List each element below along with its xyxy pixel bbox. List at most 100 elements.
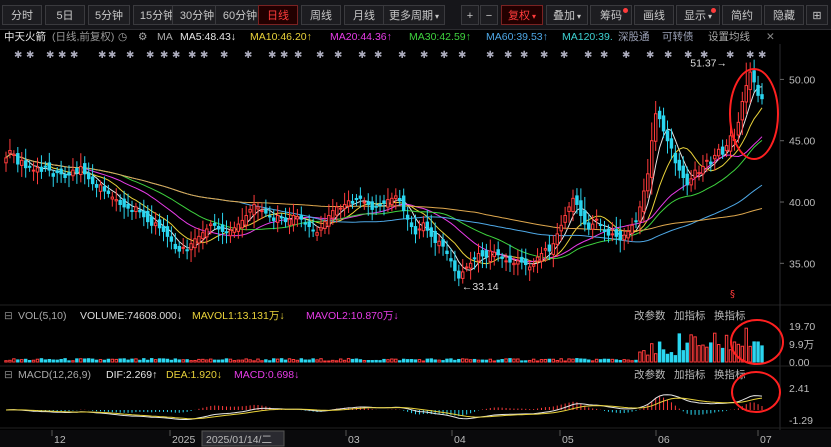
adjust-button[interactable]: 复权 ▾ [501, 5, 543, 25]
volume-bar [512, 358, 516, 363]
event-marker-icon[interactable]: ✱ [746, 50, 754, 61]
collapse-icon[interactable]: ⊟ [4, 310, 13, 322]
event-marker-icon[interactable]: ✱ [398, 50, 406, 61]
event-marker-icon[interactable]: ✱ [146, 50, 154, 61]
zoom-in-button[interactable]: + [461, 5, 479, 25]
event-marker-icon[interactable]: ✱ [70, 50, 78, 61]
hide-button[interactable]: 隐藏 [764, 5, 804, 25]
overlay-button[interactable]: 叠加 ▾ [546, 5, 588, 25]
volume-bar [205, 359, 209, 363]
ma-settings-link[interactable]: 设置均线 [708, 30, 750, 44]
cursor-date-label: 2025/01/14/二 [206, 434, 272, 446]
event-marker-icon[interactable]: ✱ [622, 50, 630, 61]
event-marker-icon[interactable]: ✱ [26, 50, 34, 61]
volume-bar [130, 358, 134, 363]
period-tab-8[interactable]: 月线 [344, 5, 384, 25]
chips-button[interactable]: 筹码 [590, 5, 632, 25]
event-marker-icon[interactable]: ✱ [374, 50, 382, 61]
zoom-out-button[interactable]: − [480, 5, 498, 25]
event-marker-icon[interactable]: ✱ [334, 50, 342, 61]
event-marker-icon[interactable]: ✱ [14, 50, 22, 61]
close-icon[interactable]: ✕ [766, 30, 775, 44]
settings-icon[interactable]: ◷ [118, 30, 127, 44]
macd-switch-indicator-button[interactable]: 换指标 [714, 368, 746, 381]
period-tab-2[interactable]: 5分钟 [88, 5, 130, 25]
event-marker-icon[interactable]: ✱ [560, 50, 568, 61]
volume-bar [335, 360, 339, 363]
convertible-label[interactable]: 可转债 [662, 30, 694, 44]
period-tab-5-label: 60分钟 [222, 10, 258, 22]
event-marker-icon[interactable]: ✱ [726, 50, 734, 61]
event-marker-icon[interactable]: ✱ [316, 50, 324, 61]
vol-add-indicator-button[interactable]: 加指标 [674, 309, 706, 322]
macd-edit-params-button[interactable]: 改参数 [634, 368, 666, 381]
event-marker-icon[interactable]: ✱ [420, 50, 428, 61]
gear-icon[interactable]: ⚙ [138, 30, 147, 44]
event-marker-icon[interactable]: ✱ [600, 50, 608, 61]
event-marker-icon[interactable]: ✱ [520, 50, 528, 61]
period-tab-6[interactable]: 日线 [258, 5, 298, 25]
event-marker-icon[interactable]: ✱ [358, 50, 366, 61]
volume-bar [303, 359, 307, 363]
event-marker-icon[interactable]: ✱ [540, 50, 548, 61]
event-marker-icon[interactable]: ✱ [458, 50, 466, 61]
zoom-in-button-label: + [466, 10, 474, 22]
volume-bar [457, 358, 461, 363]
event-marker-icon[interactable]: ✱ [268, 50, 276, 61]
draw-line-button[interactable]: 画线 [634, 5, 674, 25]
event-marker-icon[interactable]: ✱ [486, 50, 494, 61]
event-marker-icon[interactable]: ✱ [98, 50, 106, 61]
event-marker-icon[interactable]: ✱ [172, 50, 180, 61]
volume-bar [535, 360, 540, 363]
collapse-icon[interactable]: ⊟ [4, 369, 13, 381]
volume-bar [350, 358, 355, 363]
layout-button[interactable]: ⊞ [806, 5, 828, 25]
period-tab-0[interactable]: 分时 [2, 5, 42, 25]
volume-bar [248, 359, 252, 363]
vol-edit-params-button[interactable]: 改参数 [634, 309, 666, 322]
period-tab-7[interactable]: 周线 [301, 5, 341, 25]
event-marker-icon[interactable]: ✱ [280, 50, 288, 61]
event-marker-icon[interactable]: ✱ [188, 50, 196, 61]
volume-bar [98, 359, 103, 363]
date-tick-label: 2025 [172, 434, 196, 446]
display-button[interactable]: 显示 ▾ [676, 5, 720, 25]
event-marker-icon[interactable]: ✱ [758, 50, 766, 61]
event-marker-icon[interactable]: ✱ [200, 50, 208, 61]
period-tab-1[interactable]: 5日 [45, 5, 85, 25]
simple-mode-button[interactable]: 简约 [722, 5, 762, 25]
event-marker-icon[interactable]: ✱ [440, 50, 448, 61]
event-marker-icon[interactable]: ✱ [220, 50, 228, 61]
price-tick-label: 35.00 [789, 258, 815, 270]
price-tick-label: 40.00 [789, 197, 815, 209]
event-marker-icon[interactable]: ✱ [46, 50, 54, 61]
volume-bar [760, 345, 764, 363]
volume-bar [209, 358, 213, 363]
event-marker-icon[interactable]: ✱ [646, 50, 654, 61]
volume-bar [453, 359, 457, 363]
kline-chart[interactable]: ✱ ✱ ✱ ✱ ✱ ✱ ✱ ✱ ✱ ✱ ✱ ✱ ✱ ✱ ✱ ✱ ✱ ✱ ✱ ✱ ✱ ✱ ✱ ✱ ✱ ✱ ✱ ✱ ✱ ✱ ✱ ✱ ✱ ✱ ✱ ✱ ✱ ✱ ✱ ✱… [0, 44, 831, 447]
volume-bar [716, 344, 721, 363]
volume-bar [106, 358, 111, 363]
event-marker-icon[interactable]: ✱ [244, 50, 252, 61]
event-marker-icon[interactable]: ✱ [108, 50, 116, 61]
event-marker-icon[interactable]: ✱ [58, 50, 66, 61]
event-marker-icon[interactable]: ✱ [504, 50, 512, 61]
volume-bar [338, 358, 343, 363]
event-marker-icon[interactable]: ✱ [126, 50, 134, 61]
volume-bar [709, 342, 713, 363]
ma5-value: MA5:48.43↓ [180, 31, 237, 43]
event-marker-icon[interactable]: ✱ [584, 50, 592, 61]
period-tab-9[interactable]: 更多周期 ▾ [383, 5, 445, 25]
event-flag-icon[interactable]: § [730, 289, 735, 300]
connect-label[interactable]: 深股通 [618, 30, 650, 44]
volume-bar [504, 358, 508, 363]
vol-switch-indicator-button[interactable]: 换指标 [714, 309, 746, 322]
volume-bar [287, 358, 292, 363]
volume-bar [590, 360, 595, 363]
event-marker-icon[interactable]: ✱ [664, 50, 672, 61]
event-marker-icon[interactable]: ✱ [294, 50, 302, 61]
event-marker-icon[interactable]: ✱ [160, 50, 168, 61]
macd-add-indicator-button[interactable]: 加指标 [674, 368, 706, 381]
layout-button-label: ⊞ [812, 10, 822, 22]
